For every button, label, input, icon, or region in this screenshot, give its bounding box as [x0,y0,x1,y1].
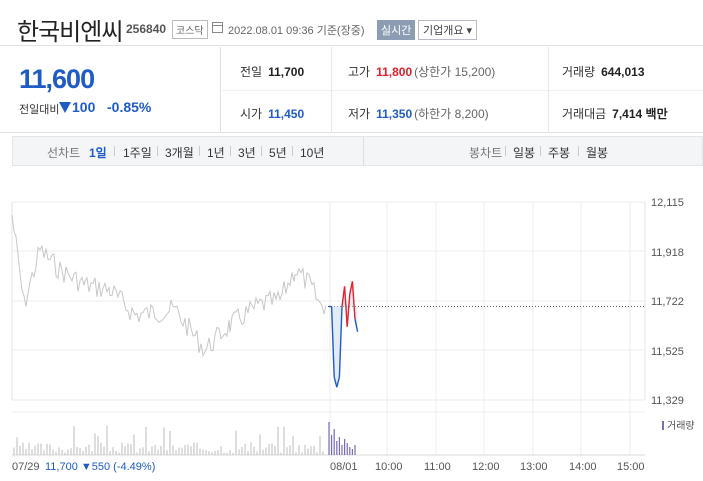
x-tick-label: 15:00 [617,461,645,473]
period-separator [505,146,506,156]
low-cell: 저가 11,350 (하한가 8,200) [348,105,489,122]
x-tick-label: 10:00 [375,461,403,473]
prev-close-cell: 전일 11,700 [240,63,304,80]
y-tick-label: 11,918 [651,247,684,259]
chart-period-bar: 선차트 1일 1주일 3개월 1년 3년 5년 10년 봉차트 일봉 주봉 월봉 [12,136,703,166]
prev-close-label: 전일 [240,65,263,79]
amount-label: 거래대금 [562,107,607,121]
company-info-dropdown[interactable]: 기업개요 ▾ [418,20,478,40]
change-percent: -0.85% [107,99,152,115]
period-tab-1w[interactable]: 1주일 [123,144,152,161]
stock-header: 한국비엔씨 256840 코스닥 2022.08.01 09:36 기준(장중)… [0,0,703,46]
market-badge: 코스닥 [172,20,208,39]
change-label: 전일대비 [19,104,60,116]
volume-label: 거래량 [562,65,596,79]
x-tick-label: 12:00 [472,461,500,473]
y-tick-label: 11,722 [651,296,684,308]
high-label: 고가 [348,65,371,79]
x-tick-label: 08/01 [330,461,358,473]
high-cell: 고가 11,800 (상한가 15,200) [348,63,495,80]
stock-code: 256840 [126,22,167,36]
upper-limit: (상한가 15,200) [414,65,496,79]
prev-day-summary: 11,700 ▼550 (-4.49%) [45,461,155,473]
prev-day-line [11,214,645,357]
prev-close-value: 11,700 [268,65,305,79]
period-separator [114,146,115,156]
period-tab-1d[interactable]: 1일 [89,144,107,161]
price-box: 11,600 전일대비 100 -0.85% [0,47,221,133]
amount-cell: 거래대금 7,414 백만 [562,105,668,122]
period-tab-1y[interactable]: 1년 [207,144,225,161]
period-separator [261,146,262,156]
volume-legend: 거래량 [662,417,695,432]
chart-grid [11,201,646,456]
candle-chart-label: 봉차트 [469,146,503,160]
open-label: 시가 [240,107,263,121]
x-tick-label: 14:00 [569,461,597,473]
axis-labels: 12,115 11,918 11,722 11,525 11,329 08/01… [12,197,684,473]
prev-day-date: 07/29 [12,461,40,473]
quote-row-divider [222,90,703,91]
lower-limit: (하한가 8,200) [414,107,489,121]
volume-cell: 거래량 644,013 [562,63,645,80]
intraday-chart[interactable]: 12,115 11,918 11,722 11,525 11,329 08/01… [0,190,703,481]
realtime-button[interactable]: 실시간 [377,20,416,40]
prev-day-path [11,214,327,357]
period-separator [578,146,579,156]
period-separator [199,146,200,156]
open-value: 11,450 [268,107,305,121]
down-arrow-icon [59,102,71,113]
period-separator [540,146,541,156]
calendar-icon [212,22,223,33]
x-tick-label: 11:00 [424,461,451,473]
candle-tab-weekly[interactable]: 주봉 [548,144,570,161]
x-tick-label: 13:00 [520,461,548,473]
low-value: 11,350 [376,107,413,121]
period-tab-10y[interactable]: 10년 [300,144,324,161]
period-tab-3y[interactable]: 3년 [238,144,256,161]
y-tick-label: 11,329 [651,395,684,407]
period-separator [230,146,231,156]
period-tab-5y[interactable]: 5년 [269,144,287,161]
high-value: 11,800 [376,65,413,79]
volume-bars [13,422,356,455]
line-chart-label: 선차트 [47,146,81,160]
today-series [329,281,359,388]
quote-col-divider [548,47,549,133]
change-value: 100 [72,99,96,115]
volume-value: 644,013 [601,65,645,79]
current-price: 11,600 [19,64,95,94]
company-name[interactable]: 한국비엔씨 [17,12,123,47]
open-cell: 시가 11,450 [240,105,304,122]
period-tab-3m[interactable]: 3개월 [165,144,194,161]
chart-svg: 12,115 11,918 11,722 11,525 11,329 08/01… [11,197,684,473]
quote-panel: 11,600 전일대비 100 -0.85% 전일 11,700 고가 11,800… [0,47,703,133]
quote-datetime: 2022.08.01 09:36 기준(장중) [228,25,365,37]
period-separator [292,146,293,156]
y-tick-label: 11,525 [651,346,684,358]
candle-tab-monthly[interactable]: 월봉 [586,144,608,161]
y-tick-label: 12,115 [651,197,684,209]
quote-col-divider [331,47,332,133]
candle-tab-daily[interactable]: 일봉 [513,144,535,161]
period-separator [157,146,158,156]
low-label: 저가 [348,107,371,121]
period-bar-divider [363,137,364,165]
amount-value: 7,414 백만 [612,107,668,121]
